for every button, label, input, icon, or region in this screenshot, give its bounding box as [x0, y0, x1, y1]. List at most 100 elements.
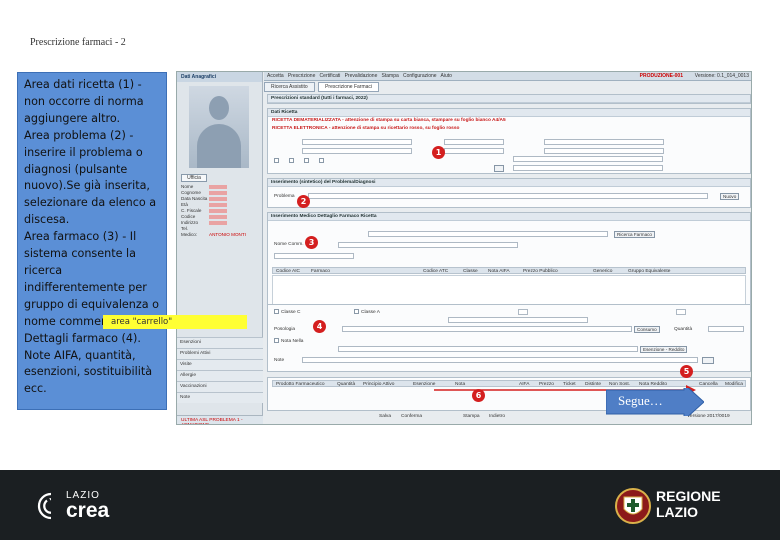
next-button-label[interactable]: Segue… — [618, 393, 663, 409]
description-line: aggiungere altro. — [24, 111, 121, 125]
description-line: nuovo).Se già inserita, — [24, 179, 150, 193]
dati-ricetta-panel: Dati Ricetta RICETTA DEMATERIALIZZATA - … — [267, 108, 751, 174]
nota-checkbox[interactable]: Nota Nella — [274, 338, 303, 344]
column-header: Prezzo Pubblico — [523, 269, 558, 274]
patient-photo — [189, 86, 249, 168]
medico-value: ANTONIO MONTI — [209, 232, 246, 237]
checkbox-row[interactable] — [274, 158, 326, 164]
dettaglio-field[interactable] — [448, 317, 588, 323]
note-label: Note — [274, 358, 285, 363]
ricetta-field[interactable] — [513, 156, 663, 162]
nuovo-problema-button[interactable]: Nuovo — [720, 193, 740, 200]
note-select[interactable] — [338, 346, 638, 352]
redacted-value — [209, 208, 227, 213]
column-header: Gruppo Equivalente — [628, 269, 671, 274]
indietro-button[interactable]: Indietro — [489, 414, 505, 419]
menu-item[interactable]: Stampa — [382, 73, 399, 79]
checkbox[interactable] — [304, 158, 309, 163]
tab-prescrizione-farmaci[interactable]: Prescrizione Farmaci — [318, 82, 380, 92]
version-label: Versione: 0.1_014_0013 — [694, 73, 749, 79]
description-line: Area dati ricetta (1) - — [24, 78, 142, 91]
ricetta-button[interactable] — [494, 165, 504, 172]
nome-commerciale-input[interactable] — [338, 242, 518, 248]
consumo-button[interactable]: Consumo — [634, 326, 660, 333]
photo-button[interactable]: Ufficia — [181, 174, 207, 182]
patient-menu-item[interactable]: Allergie — [177, 370, 263, 381]
description-line: esenzioni, sostituibilità — [24, 365, 153, 379]
ricetta-field[interactable] — [544, 148, 664, 154]
description-line: Dettagli farmaco (4). — [24, 331, 141, 345]
column-header: Classe — [463, 269, 478, 274]
ricetta-field[interactable] — [302, 139, 412, 145]
checkbox[interactable] — [274, 309, 279, 314]
regione-logo-line: REGIONE — [656, 488, 721, 504]
menu-item[interactable]: Configurazione — [403, 73, 437, 79]
lazio-crea-logo-icon — [37, 492, 60, 520]
badge-2: 2 — [297, 195, 310, 208]
quantita-label: Quantità — [674, 327, 693, 332]
checkbox[interactable] — [289, 158, 294, 163]
regione-lazio-logo: REGIONE LAZIO — [656, 488, 721, 520]
regione-lazio-crest-icon — [615, 488, 651, 524]
menu-item[interactable]: Prevalidazione — [345, 73, 378, 79]
column-header: Codice AIC — [276, 269, 300, 274]
stampa-button[interactable]: Stampa — [463, 414, 480, 419]
dati-ricetta-note: RICETTA DEMATERIALIZZATA - attenzione di… — [272, 118, 506, 123]
ricetta-field[interactable] — [544, 139, 664, 145]
description-line: sistema consente la — [24, 247, 137, 261]
checkbox[interactable] — [274, 158, 279, 163]
patient-menu-item[interactable]: Esenzioni — [177, 337, 263, 348]
environment-label: PRODUZIONE-001 — [639, 73, 683, 79]
ricerca-farmaco-button[interactable]: Ricerca Farmaco — [614, 231, 655, 238]
panel-title: Prescrizioni standard (tutti i farmaci, … — [268, 95, 750, 103]
column-header: Quantità — [337, 382, 356, 387]
aggiungi-button[interactable] — [702, 357, 715, 364]
problema-select[interactable] — [308, 193, 708, 199]
checkbox[interactable] — [274, 338, 279, 343]
note-input[interactable] — [302, 357, 698, 363]
farmaco-field[interactable] — [274, 253, 354, 259]
patient-menu: Esenzioni Problemi Attivi Visite Allergi… — [177, 337, 263, 403]
description-line: selezionare da elenco a — [24, 196, 157, 210]
dettaglio-field[interactable] — [676, 309, 686, 315]
column-header: Principio Attivo — [363, 382, 395, 387]
ricetta-field[interactable] — [302, 148, 412, 154]
patient-menu-item[interactable]: Problemi Attivi — [177, 348, 263, 359]
patient-menu-item[interactable]: Vaccinazioni — [177, 381, 263, 392]
description-line: gruppo di equivalenza o — [24, 297, 160, 311]
conferma-button[interactable]: Conferma — [401, 414, 422, 419]
description-line: inserire il problema o — [24, 145, 143, 159]
menu-item[interactable]: Accetta — [267, 73, 284, 79]
ricetta-field[interactable] — [444, 139, 504, 145]
menu-item[interactable]: Certificati — [320, 73, 341, 79]
checkbox-label: Classe C — [281, 309, 301, 315]
classe-a-checkbox[interactable]: Classe A — [354, 309, 380, 315]
menu-item[interactable]: Prescrizione — [288, 73, 316, 79]
column-header: Generico — [593, 269, 613, 274]
menu-item[interactable]: Aiuto — [441, 73, 452, 79]
badge-1: 1 — [432, 146, 445, 159]
tab-ricerca-assistito[interactable]: Ricerca Assistito — [264, 82, 315, 92]
patient-info: Nome Cognome Data Nascita Età C. Fiscale… — [181, 184, 259, 238]
dettaglio-field[interactable] — [518, 309, 528, 315]
quantita-input[interactable] — [708, 326, 744, 332]
description-text: Area dati ricetta (1) - non occorre di n… — [24, 77, 164, 398]
checkbox[interactable] — [354, 309, 359, 314]
posologia-input[interactable] — [342, 326, 632, 332]
esenzione-button[interactable]: Esenzione - Reddito — [640, 346, 688, 353]
classe-c-checkbox[interactable]: Classe C — [274, 309, 300, 315]
salva-button[interactable]: Salva — [379, 414, 391, 419]
panel-title: Inserimento (sintetico) del Problema/Dia… — [268, 179, 750, 187]
farmaco-search-input[interactable] — [368, 231, 608, 237]
column-header: Modifica — [725, 382, 743, 387]
panel-title: Inserimento Medico Dettaglio Farmaco Ric… — [268, 213, 750, 221]
ricetta-field[interactable] — [513, 165, 663, 171]
checkbox[interactable] — [319, 158, 324, 163]
patient-menu-item[interactable]: Note — [177, 392, 263, 403]
checkbox-label: Classe A — [361, 309, 380, 315]
patient-menu-item[interactable]: Visite — [177, 359, 263, 370]
farmaco-table-header: Codice AIC Farmaco Codice ATC Classe Not… — [272, 267, 746, 274]
ricetta-field[interactable] — [444, 148, 504, 154]
column-header: Prodotto Farmaceutico — [276, 382, 325, 387]
description-line: ecc. — [24, 382, 47, 396]
